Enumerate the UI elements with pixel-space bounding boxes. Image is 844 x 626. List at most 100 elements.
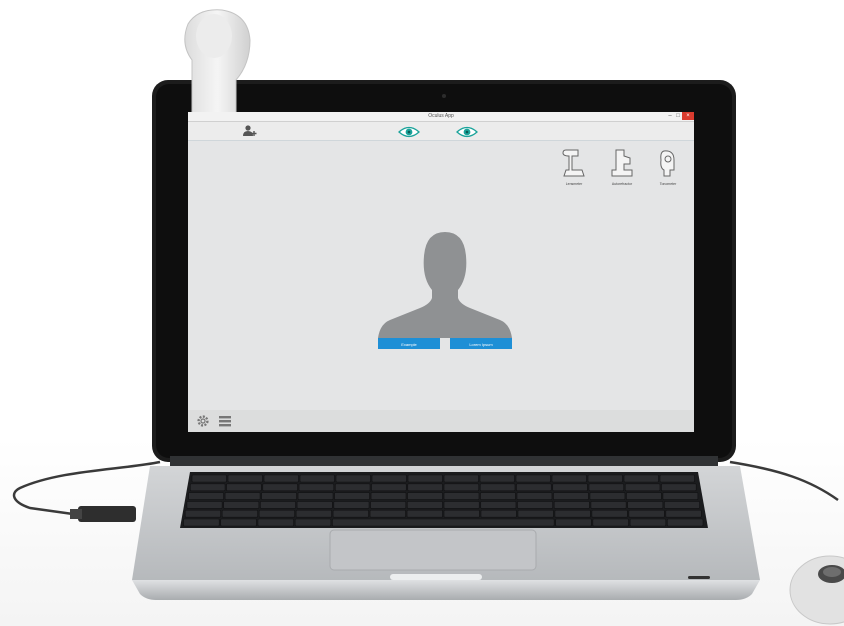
webcam xyxy=(442,94,446,98)
window-controls: – □ × xyxy=(666,112,694,121)
eye-icon xyxy=(456,126,478,138)
maximize-button[interactable]: □ xyxy=(674,112,682,120)
keyboard-key xyxy=(552,483,588,492)
keyboard-key xyxy=(332,518,555,527)
keyboard-key xyxy=(479,474,515,483)
keyboard-key xyxy=(554,509,591,518)
keyboard-key xyxy=(407,483,443,492)
app-footer xyxy=(188,410,694,432)
keyboard-key xyxy=(183,518,220,527)
keyboard-key xyxy=(627,501,664,509)
lensmeter-icon xyxy=(562,149,585,177)
device-label: Lensmeter xyxy=(565,182,583,186)
keyboard-key xyxy=(555,518,592,527)
menu-button[interactable] xyxy=(218,414,232,428)
keyboard-key xyxy=(332,509,369,518)
keyboard-key xyxy=(184,509,221,518)
window-title: Oculus App xyxy=(428,113,454,119)
keyboard-key xyxy=(295,509,332,518)
device-lensmeter-button[interactable]: Lensmeter xyxy=(560,148,588,186)
keyboard-key xyxy=(186,501,223,509)
close-button[interactable]: × xyxy=(682,112,694,120)
keyboard-key xyxy=(553,492,589,500)
keyboard-key xyxy=(188,492,224,500)
keyboard-key xyxy=(371,474,407,483)
keyboard-key xyxy=(662,492,699,500)
keyboard-key xyxy=(516,483,552,492)
keyboard-key xyxy=(294,518,332,527)
keyboard-key xyxy=(227,474,263,483)
keyboard-key xyxy=(335,474,371,483)
keyboard-key xyxy=(628,509,665,518)
keyboard-key xyxy=(369,509,406,518)
minimize-button[interactable]: – xyxy=(666,112,674,120)
lorem-ipsum-button[interactable]: Lorem Ipsum xyxy=(450,338,512,349)
keyboard-key xyxy=(588,483,625,492)
keyboard-key xyxy=(262,483,298,492)
gear-icon xyxy=(197,415,209,427)
add-user-button[interactable] xyxy=(242,124,258,138)
keyboard-key xyxy=(517,501,553,509)
keyboard-key xyxy=(443,509,480,518)
keyboard-key xyxy=(517,509,554,518)
eye-left-button[interactable] xyxy=(452,123,482,139)
keyboard-key xyxy=(480,509,517,518)
keyboard-key xyxy=(480,492,516,500)
keyboard-key xyxy=(297,492,334,500)
keyboard-key xyxy=(516,492,553,500)
keyboard-key xyxy=(591,509,628,518)
app-toolbar xyxy=(188,122,694,141)
keyboard-key xyxy=(551,474,587,483)
keyboard-key xyxy=(257,518,294,527)
keyboard-key xyxy=(623,474,659,483)
eye-right-button[interactable] xyxy=(398,125,420,138)
round-device xyxy=(789,555,844,625)
device-autorefractor-button[interactable]: Autorefractor xyxy=(608,148,636,186)
keyboard-key xyxy=(296,501,333,509)
keyboard-key xyxy=(299,474,335,483)
keyboard-key xyxy=(224,492,261,500)
patient-avatar xyxy=(378,226,512,338)
keyboard-key xyxy=(298,483,335,492)
keyboard-key xyxy=(664,501,700,509)
app-screen: Oculus App – □ × Lensmeter Autorefractor… xyxy=(188,112,694,432)
keyboard-key xyxy=(626,492,662,500)
settings-button[interactable] xyxy=(196,414,210,428)
keyboard-key xyxy=(226,483,262,492)
keyboard-key xyxy=(333,501,370,509)
example-button[interactable]: Example xyxy=(378,338,440,349)
keyboard-key xyxy=(220,518,257,527)
user-silhouette-icon xyxy=(378,232,512,338)
keyboard-key xyxy=(443,474,479,483)
keyboard-key xyxy=(659,474,695,483)
front-notch xyxy=(390,574,482,580)
keyboard-key xyxy=(479,483,516,492)
keyboard-key xyxy=(191,474,227,483)
keyboard-key xyxy=(587,474,623,483)
keyboard-key xyxy=(263,474,299,483)
keyboard-key xyxy=(661,483,697,492)
device-tonometer-button[interactable]: Tonometer xyxy=(654,148,682,186)
keyboard-key xyxy=(590,501,627,509)
keyboard-key xyxy=(334,492,370,500)
keyboard-key xyxy=(334,483,371,492)
keyboard-key xyxy=(443,483,480,492)
keyboard-key xyxy=(407,474,443,483)
keyboard-key xyxy=(666,518,704,527)
keyboard-key xyxy=(221,509,258,518)
keyboard-key xyxy=(553,501,590,509)
trackpad xyxy=(329,529,537,571)
keyboard-key xyxy=(371,483,407,492)
keyboard-key xyxy=(258,509,295,518)
keyboard-key xyxy=(665,509,702,518)
add-user-icon xyxy=(243,125,257,136)
keyboard-key xyxy=(407,492,443,500)
window-titlebar: Oculus App – □ × xyxy=(188,112,694,122)
keyboard-key xyxy=(589,492,626,500)
keyboard-key xyxy=(223,501,260,509)
device-label: Tonometer xyxy=(659,182,677,186)
keyboard-key xyxy=(261,492,297,500)
keyboard-key xyxy=(592,518,629,527)
usb-plug xyxy=(78,506,136,522)
keyboard-key xyxy=(370,492,407,500)
